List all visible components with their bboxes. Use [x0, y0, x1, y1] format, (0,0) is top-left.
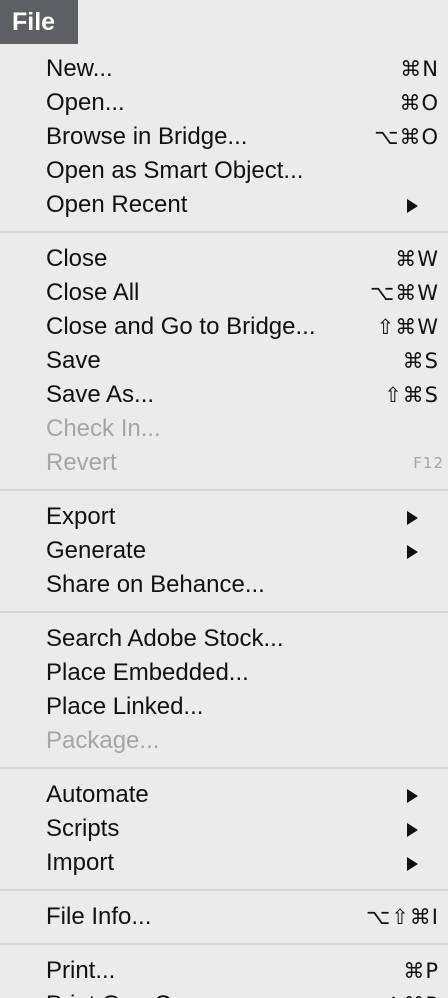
menu-item-package: Package...: [0, 724, 448, 758]
submenu-arrow-icon: [407, 511, 418, 525]
menu-item-automate[interactable]: Automate: [0, 778, 448, 812]
menu-item-place-linked[interactable]: Place Linked...: [0, 690, 448, 724]
menu-item-print-one-copy[interactable]: Print One Copy ⌥⇧⌘P: [0, 988, 448, 998]
menu-separator: [0, 880, 448, 900]
submenu-arrow-icon: [407, 823, 418, 837]
menu-item-shortcut: ⇧⌘S: [384, 383, 439, 407]
menu-item-browse-in-bridge[interactable]: Browse in Bridge... ⌥⌘O: [0, 120, 448, 154]
menu-item-close-and-go-to-bridge[interactable]: Close and Go to Bridge... ⇧⌘W: [0, 310, 448, 344]
menu-item-label: Save As...: [46, 381, 155, 408]
menu-item-shortcut: ⌥⇧⌘P: [360, 988, 439, 998]
menu-item-label: Check In...: [46, 415, 161, 442]
menu-item-place-embedded[interactable]: Place Embedded...: [0, 656, 448, 690]
menu-item-shortcut: ⌘W: [395, 247, 439, 271]
submenu-arrow-icon: [407, 199, 418, 213]
menu-item-label: Place Embedded...: [46, 659, 249, 686]
submenu-arrow-icon: [407, 545, 418, 559]
menu-item-check-in: Check In...: [0, 412, 448, 446]
menu-item-label: Share on Behance...: [46, 571, 265, 598]
menu-item-shortcut: ⌘P: [403, 959, 439, 983]
menu-item-label: Generate: [46, 537, 147, 564]
menu-item-revert: Revert F12: [0, 446, 448, 480]
menu-item-shortcut: ⌥⌘O: [374, 125, 439, 149]
menu-item-label: Browse in Bridge...: [46, 123, 248, 150]
file-menu-title[interactable]: File: [0, 0, 78, 44]
menu-item-new[interactable]: New... ⌘N: [0, 52, 448, 86]
menu-item-label: Revert: [46, 449, 117, 476]
menu-item-label: Print...: [46, 957, 116, 984]
menu-item-label: New...: [46, 55, 113, 82]
menu-item-label: Close and Go to Bridge...: [46, 313, 316, 340]
menu-separator: [0, 222, 448, 242]
menu-item-shortcut: ⇧⌘W: [376, 315, 439, 339]
menu-item-label: Export: [46, 503, 116, 530]
menu-item-label: Scripts: [46, 815, 120, 842]
menu-item-shortcut: ⌘S: [402, 349, 439, 373]
menu-item-scripts[interactable]: Scripts: [0, 812, 448, 846]
menu-item-label: File Info...: [46, 903, 152, 930]
menu-item-open-as-smart-object[interactable]: Open as Smart Object...: [0, 154, 448, 188]
menu-item-label: Open as Smart Object...: [46, 157, 304, 184]
submenu-arrow-icon: [407, 857, 418, 871]
file-menu-dropdown: New... ⌘N Open... ⌘O Browse in Bridge...…: [0, 44, 448, 998]
menu-item-print[interactable]: Print... ⌘P: [0, 954, 448, 988]
menu-item-label: Automate: [46, 781, 149, 808]
menu-item-label: Search Adobe Stock...: [46, 625, 284, 652]
menu-item-shortcut: ⌘O: [399, 91, 439, 115]
menu-separator: [0, 480, 448, 500]
menu-item-label: Print One Copy: [46, 988, 210, 998]
menu-item-import[interactable]: Import: [0, 846, 448, 880]
menu-item-search-adobe-stock[interactable]: Search Adobe Stock...: [0, 622, 448, 656]
menu-item-export[interactable]: Export: [0, 500, 448, 534]
menu-item-label: Close All: [46, 279, 140, 306]
menu-item-label: Open Recent: [46, 191, 188, 218]
menu-item-shortcut: F12: [413, 454, 444, 472]
menu-item-label: Save: [46, 347, 101, 374]
menu-item-share-on-behance[interactable]: Share on Behance...: [0, 568, 448, 602]
submenu-arrow-icon: [407, 789, 418, 803]
menu-item-close-all[interactable]: Close All ⌥⌘W: [0, 276, 448, 310]
menu-item-save[interactable]: Save ⌘S: [0, 344, 448, 378]
menu-item-label: Place Linked...: [46, 693, 204, 720]
menu-item-label: Open...: [46, 89, 125, 116]
menu-separator: [0, 758, 448, 778]
menu-bar: File: [0, 0, 448, 44]
menu-item-close[interactable]: Close ⌘W: [0, 242, 448, 276]
menu-separator: [0, 934, 448, 954]
menu-item-save-as[interactable]: Save As... ⇧⌘S: [0, 378, 448, 412]
menu-item-open-recent[interactable]: Open Recent: [0, 188, 448, 222]
menu-separator: [0, 602, 448, 622]
menu-item-label: Close: [46, 245, 108, 272]
menu-item-generate[interactable]: Generate: [0, 534, 448, 568]
menu-item-label: Package...: [46, 727, 160, 754]
menu-item-shortcut: ⌘N: [400, 57, 439, 81]
menu-item-file-info[interactable]: File Info... ⌥⇧⌘I: [0, 900, 448, 934]
menu-item-shortcut: ⌥⌘W: [370, 281, 439, 305]
menu-item-label: Import: [46, 849, 115, 876]
menu-item-shortcut: ⌥⇧⌘I: [366, 905, 439, 929]
menu-item-open[interactable]: Open... ⌘O: [0, 86, 448, 120]
